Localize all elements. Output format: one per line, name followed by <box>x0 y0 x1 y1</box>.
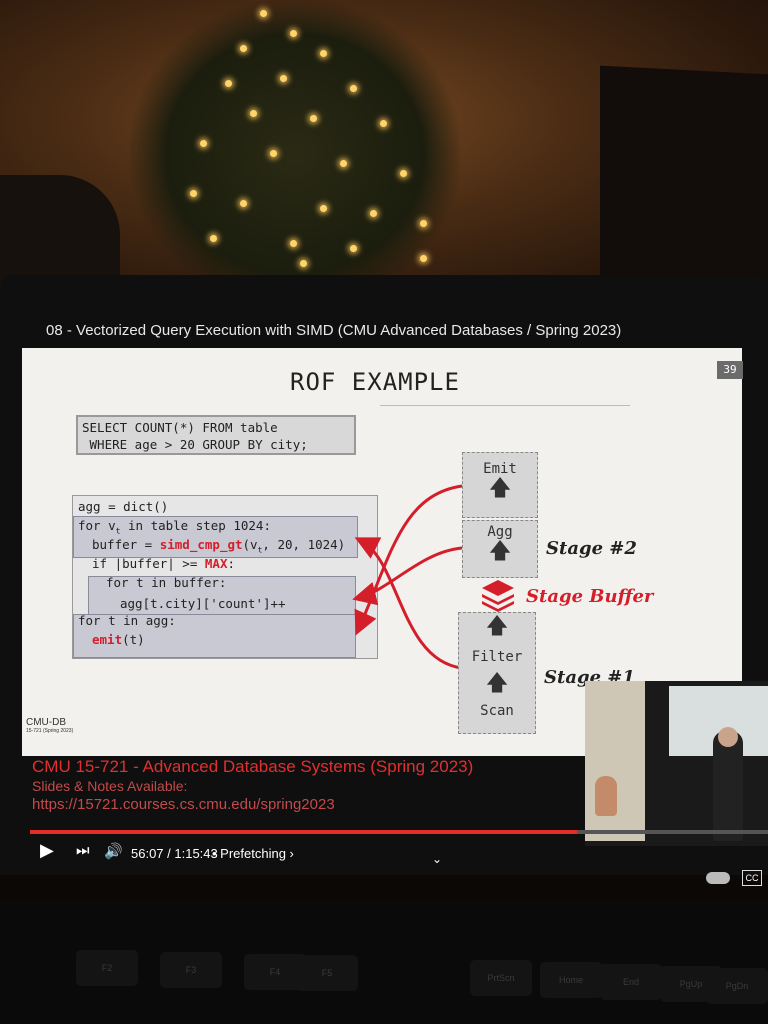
arrow-up-icon: 🡅 <box>485 671 509 696</box>
cmu-db-logo: CMU-DB 15-721 (Spring 2023) <box>26 717 73 734</box>
caption-course-url[interactable]: https://15721.courses.cs.cmu.edu/spring2… <box>32 796 335 813</box>
key: F2 <box>76 950 138 986</box>
key: End <box>600 964 662 1000</box>
webcam-inset <box>585 681 768 846</box>
stage-2-label: Stage #2 <box>546 538 637 559</box>
key: Home <box>540 962 602 998</box>
stage-1-box: 🡅 Filter 🡅 Scan <box>458 612 536 734</box>
caption-slides-notes: Slides & Notes Available: <box>32 778 188 794</box>
stage-arrows <box>352 484 463 670</box>
stage-emit-box: Emit 🡅 <box>462 452 538 518</box>
stage-buffer-label: Stage Buffer <box>526 586 654 607</box>
stage-agg-label: Agg <box>487 524 513 540</box>
key: F3 <box>160 952 222 988</box>
video-progress-fill <box>30 830 577 834</box>
logo-text: CMU-DB <box>26 717 66 728</box>
keyboard: F2 F3 F4 F5 PrtScn Home End PgUp PgDn <box>0 900 768 1024</box>
stage-emit-label: Emit <box>483 461 517 477</box>
next-icon[interactable]: ⏭ <box>76 842 90 859</box>
stage-agg-box: Agg 🡅 <box>462 520 538 578</box>
stage-scan-label: Scan <box>480 703 514 719</box>
audience-person <box>595 776 617 816</box>
speaker-person <box>713 731 743 841</box>
arrow-up-icon: 🡅 <box>488 476 512 501</box>
stage-filter-label: Filter <box>471 649 523 665</box>
stage-buffer-icon <box>482 580 514 612</box>
chevron-down-icon[interactable]: ⌄ <box>432 852 442 866</box>
captions-button[interactable]: CC <box>742 870 762 886</box>
key: PrtScn <box>470 960 532 996</box>
play-icon[interactable]: ▶ <box>40 840 54 861</box>
logo-subtext: 15-721 (Spring 2023) <box>26 728 74 734</box>
autoplay-toggle[interactable] <box>706 872 730 884</box>
video-progress-bar[interactable] <box>30 830 768 834</box>
arrow-up-icon: 🡅 <box>485 614 509 639</box>
caption-course-title: CMU 15-721 - Advanced Database Systems (… <box>32 757 474 776</box>
volume-icon[interactable]: 🔊 <box>104 842 123 860</box>
time-display: 56:07 / 1:15:43 <box>131 846 218 861</box>
chapter-label[interactable]: • Prefetching › <box>212 846 294 861</box>
key: PgDn <box>706 968 768 1004</box>
key: F5 <box>296 955 358 991</box>
arrow-up-icon: 🡅 <box>488 539 512 564</box>
